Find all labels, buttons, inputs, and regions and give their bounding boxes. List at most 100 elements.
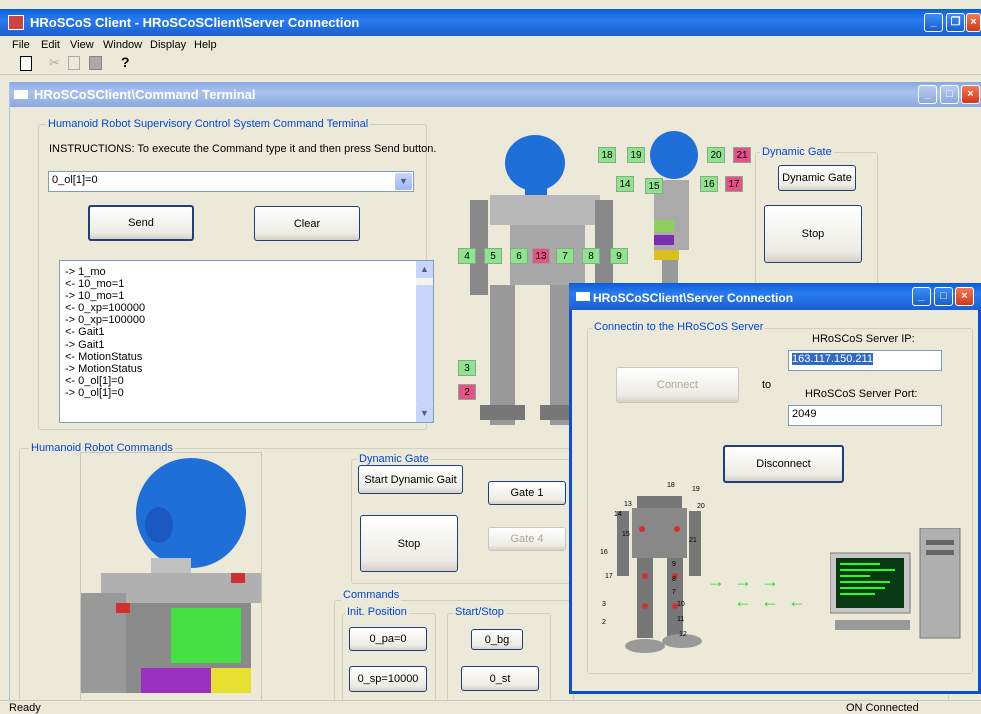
robot-side-drawing (650, 131, 698, 290)
send-arrows-icon: → → → (707, 571, 782, 591)
clear-button[interactable]: Clear (254, 206, 360, 241)
pa-button[interactable]: 0_pa=0 (349, 627, 427, 651)
robot-3d-image (80, 452, 262, 704)
dynamic-gate-title: Dynamic Gate (357, 453, 431, 465)
joint-label: 7 (672, 589, 676, 596)
command-terminal-group-title: Humanoid Robot Supervisory Control Syste… (46, 118, 371, 130)
cut-icon[interactable]: ✂ (49, 55, 60, 71)
port-label: HRoSCoS Server Port: (805, 388, 918, 400)
server-maximize-button[interactable]: □ (934, 287, 953, 306)
start-dynamic-gait-button[interactable]: Start Dynamic Gait (358, 465, 463, 494)
start-stop-title: Start/Stop (453, 606, 506, 618)
joint-label: 7 (556, 248, 574, 264)
menu-display[interactable]: Display (150, 39, 186, 51)
log-lines: -> 1_mo <- 10_mo=1 -> 10_mo=1 <- 0_xp=10… (65, 266, 145, 399)
log-line: <- MotionStatus (65, 350, 143, 363)
log-line: -> MotionStatus (65, 362, 143, 375)
minimize-button[interactable]: _ (924, 13, 943, 32)
log-scrollbar[interactable]: ▲ ▼ (416, 261, 433, 422)
commands-title: Commands (341, 589, 402, 601)
command-combobox[interactable]: 0_ol[1]=0 ▼ (48, 171, 414, 192)
terminal-minimize-button[interactable]: _ (918, 85, 937, 104)
bg-button[interactable]: 0_bg (471, 629, 523, 650)
joint-label: 9 (672, 561, 676, 568)
command-value: 0_ol[1]=0 (52, 174, 98, 186)
dynamic-gate-button[interactable]: Dynamic Gate (778, 165, 856, 191)
joint-label: 19 (692, 486, 700, 493)
status-text: Ready (9, 702, 41, 714)
chevron-down-icon[interactable]: ▼ (395, 173, 412, 190)
joint-label: 15 (645, 178, 663, 194)
log-line: <- 0_ol[1]=0 (65, 374, 124, 387)
paste-icon[interactable] (89, 56, 102, 70)
joint-label: 2 (458, 384, 476, 400)
server-minimize-button[interactable]: _ (912, 287, 931, 306)
joint-label: 18 (667, 482, 675, 489)
app-icon (8, 15, 24, 30)
server-title-bar[interactable]: HRoSCoSClient\Server Connection _ □ × (569, 283, 981, 310)
joint-label: 3 (458, 360, 476, 376)
joint-label: 21 (689, 537, 697, 544)
menu-file[interactable]: File (12, 39, 30, 51)
scroll-up-icon[interactable]: ▲ (416, 261, 433, 278)
connect-button[interactable]: Connect (616, 367, 739, 403)
terminal-close-button[interactable]: × (961, 85, 980, 104)
gate1-button[interactable]: Gate 1 (488, 481, 566, 505)
ip-input[interactable]: 163.117.150.211 (788, 350, 942, 371)
disconnect-button[interactable]: Disconnect (723, 445, 844, 483)
dynamic-gate-top-title: Dynamic Gate (760, 146, 834, 158)
help-icon[interactable]: ? (121, 54, 130, 70)
copy-icon[interactable] (68, 56, 80, 70)
server-close-button[interactable]: × (955, 287, 974, 306)
robot-wireframe-image: 18 19 13 14 20 15 21 16 17 9 8 7 3 2 10 … (597, 481, 717, 663)
scroll-thumb[interactable] (416, 285, 433, 405)
connection-status: ON Connected (846, 702, 919, 714)
new-file-icon[interactable] (20, 56, 32, 71)
joint-label: 6 (510, 248, 528, 264)
sp-button[interactable]: 0_sp=10000 (349, 666, 427, 692)
send-button[interactable]: Send (88, 205, 194, 241)
joint-label: 16 (600, 549, 608, 556)
menu-edit[interactable]: Edit (41, 39, 60, 51)
gate4-button[interactable]: Gate 4 (488, 527, 566, 551)
terminal-maximize-button[interactable]: □ (940, 85, 959, 104)
server-group-title: Connectin to the HRoSCoS Server (592, 321, 766, 333)
log-line: -> 10_mo=1 (65, 290, 125, 303)
stop-top-button[interactable]: Stop (764, 205, 862, 263)
joint-label: 17 (605, 573, 613, 580)
menu-help[interactable]: Help (194, 39, 217, 51)
init-position-title: Init. Position (345, 606, 409, 618)
terminal-log[interactable]: -> 1_mo <- 10_mo=1 -> 10_mo=1 <- 0_xp=10… (59, 260, 434, 423)
app-title-bar[interactable]: HRoSCoS Client - HRoSCoSClient\Server Co… (0, 9, 981, 36)
menu-view[interactable]: View (70, 39, 94, 51)
log-line: -> 1_mo (65, 266, 106, 278)
computer-drawing (829, 527, 961, 639)
joint-label: 10 (677, 601, 685, 608)
joint-label: 14 (616, 176, 634, 192)
joint-label: 13 (532, 248, 550, 264)
joint-label: 3 (602, 601, 606, 608)
st-button[interactable]: 0_st (461, 666, 539, 691)
close-button[interactable]: × (966, 13, 981, 32)
window-icon (576, 292, 590, 301)
joint-label: 17 (725, 176, 743, 192)
port-input[interactable]: 2049 (788, 405, 942, 426)
log-line: <- Gait1 (65, 326, 105, 339)
joint-label: 15 (622, 531, 630, 538)
toolbar: ✂ ? (0, 53, 981, 75)
joint-label: 20 (697, 503, 705, 510)
joint-label: 8 (582, 248, 600, 264)
log-line: <- 10_mo=1 (65, 278, 125, 291)
joint-label: 21 (733, 147, 751, 163)
joint-label: 4 (458, 248, 476, 264)
server-title: HRoSCoSClient\Server Connection (593, 291, 794, 305)
log-line: <- 0_xp=100000 (65, 302, 146, 315)
menu-window[interactable]: Window (103, 39, 142, 51)
instructions-text: INSTRUCTIONS: To execute the Command typ… (49, 143, 437, 155)
joint-label: 8 (672, 576, 676, 583)
scroll-down-icon[interactable]: ▼ (416, 405, 433, 422)
terminal-title-bar[interactable]: HRoSCoSClient\Command Terminal _ □ × (10, 82, 981, 107)
menu-bar: File Edit View Window Display Help (0, 36, 981, 53)
stop-button[interactable]: Stop (360, 515, 458, 572)
restore-button[interactable]: ❐ (946, 13, 965, 32)
